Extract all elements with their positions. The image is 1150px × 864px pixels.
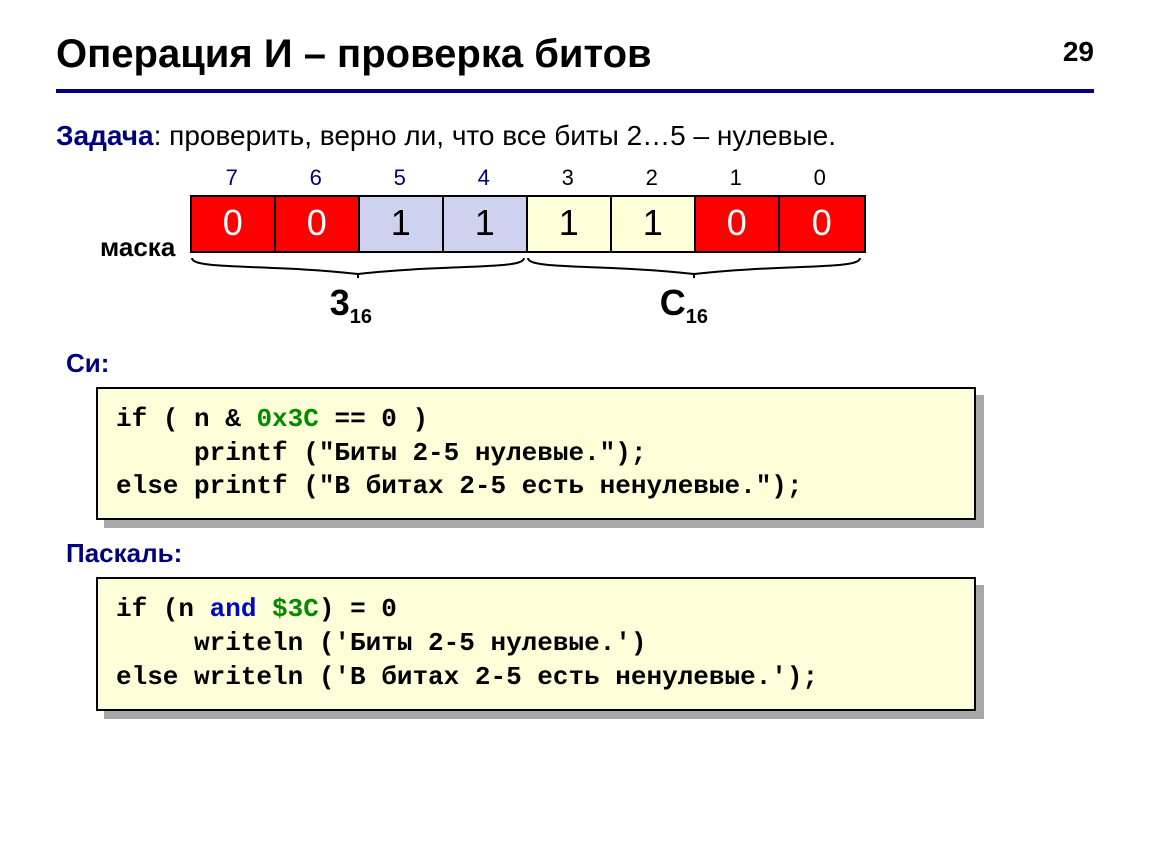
task-label: Задача — [56, 120, 154, 151]
slide-title: Операция И – проверка битов — [56, 32, 1094, 77]
code-p-box: if (n and $3C) = 0 writeln ('Биты 2-5 ну… — [96, 577, 976, 710]
bit-index: 4 — [442, 165, 526, 195]
bit-index: 1 — [694, 165, 778, 195]
brace-row — [190, 256, 866, 280]
title-rule — [56, 89, 1094, 93]
bit-index: 3 — [526, 165, 610, 195]
bit-index: 5 — [358, 165, 442, 195]
bit-value-row: 00111100 — [190, 195, 866, 253]
code-c-box: if ( n & 0x3C == 0 ) printf ("Биты 2-5 н… — [96, 387, 976, 520]
lang-c-label: Си: — [66, 348, 1094, 379]
hex-left: 316 — [330, 282, 372, 329]
hex-right: C16 — [660, 282, 708, 329]
bit-cell: 0 — [276, 197, 360, 251]
bit-cell: 1 — [444, 197, 528, 251]
bit-cell: 1 — [528, 197, 612, 251]
page-number: 29 — [1063, 36, 1094, 68]
bit-cell: 1 — [612, 197, 696, 251]
task-text: : проверить, верно ли, что все биты 2…5 … — [154, 120, 836, 151]
bit-cell: 1 — [360, 197, 444, 251]
bit-cell: 0 — [696, 197, 780, 251]
task-line: Задача: проверить, верно ли, что все бит… — [56, 117, 1094, 155]
bit-cell: 0 — [192, 197, 276, 251]
bit-index: 2 — [610, 165, 694, 195]
bit-cell: 0 — [780, 197, 864, 251]
bit-index: 7 — [190, 165, 274, 195]
bit-index: 0 — [778, 165, 862, 195]
bit-index-row: 76543210 — [190, 165, 866, 195]
mask-label: маска — [100, 232, 175, 263]
lang-p-label: Паскаль: — [66, 538, 1094, 569]
bit-index: 6 — [274, 165, 358, 195]
hex-row: 316 C16 — [190, 282, 866, 330]
